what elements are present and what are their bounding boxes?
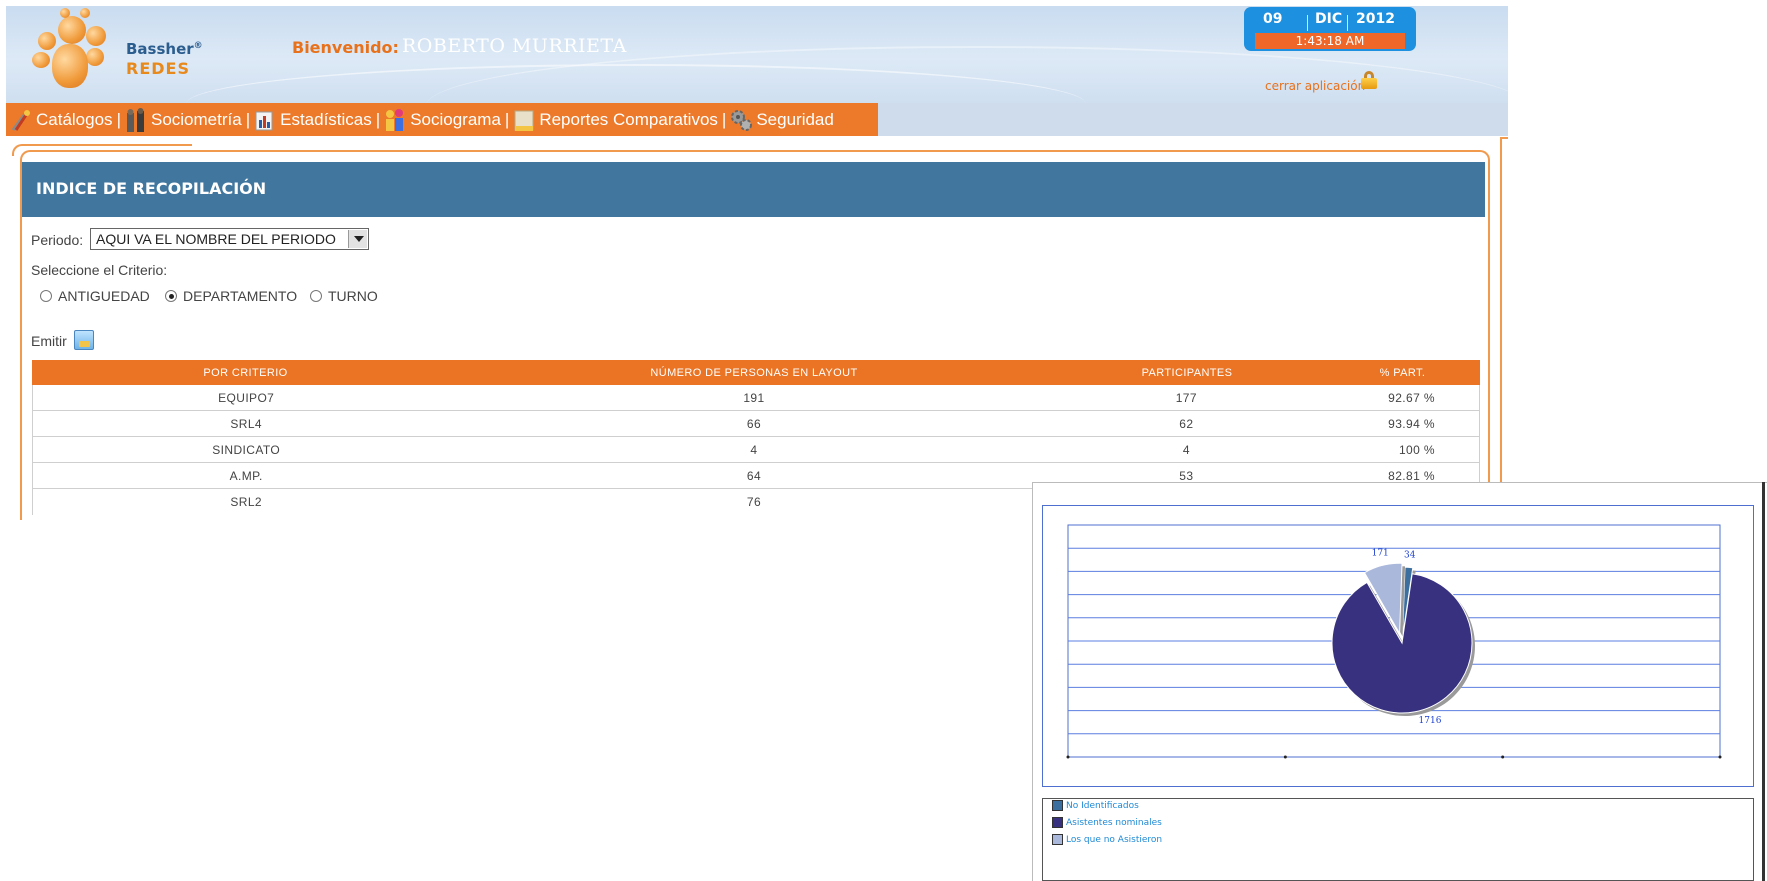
radio-label-departamento: DEPARTAMENTO: [183, 288, 298, 304]
period-select[interactable]: AQUI VA EL NOMBRE DEL PERIODO: [90, 228, 369, 250]
criteria-label: Seleccione el Criterio:: [31, 262, 168, 278]
table-cell: 177: [1175, 390, 1197, 405]
app-logo-icon: [30, 4, 110, 90]
axis-tick: [1718, 755, 1722, 759]
menu-label: Sociograma: [410, 109, 501, 129]
date-day: 09: [1263, 11, 1283, 27]
right-panel-edge: [1500, 137, 1508, 159]
close-app-link[interactable]: cerrar aplicación: [1265, 79, 1365, 93]
table-header: POR CRITERIO NÚMERO DE PERSONAS EN LAYOU…: [32, 360, 1480, 385]
legend-swatch: [1052, 800, 1063, 811]
emit-label: Emitir: [31, 333, 67, 349]
axis-tick: [1066, 755, 1070, 759]
gears-icon: [730, 108, 753, 132]
legend-swatch: [1052, 817, 1063, 828]
menu-label: Sociometría: [150, 109, 242, 129]
page-title: INDICE DE RECOPILACIÓN: [36, 179, 267, 198]
menu-item-seguridad[interactable]: Seguridad: [730, 108, 834, 132]
table-cell: 4: [1182, 442, 1190, 457]
bar-chart-icon: [254, 108, 276, 132]
table-cell: 64: [746, 468, 762, 483]
table-row: EQUIPO7 191 177 92.67 %: [32, 385, 1480, 411]
legend-label: No Identificados: [1066, 800, 1139, 811]
axis-tick: [1501, 755, 1505, 759]
radio-label-turno: TURNO: [328, 288, 378, 304]
menu-label: Seguridad: [756, 109, 834, 129]
column-header: PARTICIPANTES: [1141, 366, 1233, 379]
table-cell: 66: [746, 416, 762, 431]
logo-name: Bassher®: [126, 40, 203, 58]
pie-data-label: 1716: [1419, 716, 1442, 726]
menu-label: Reportes Comparativos: [539, 109, 718, 129]
table-cell: 4: [750, 442, 758, 457]
period-select-value: AQUI VA EL NOMBRE DEL PERIODO: [96, 231, 336, 247]
table-row: SRL4 66 62 93.94 %: [32, 411, 1480, 437]
radio-label-antiguedad: ANTIGUEDAD: [58, 288, 150, 304]
table-cell: 100 %: [1398, 442, 1435, 457]
main-menu: Catálogos | Sociometría | Estadísticas |…: [6, 103, 878, 136]
table-cell: 191: [743, 390, 765, 405]
table-cell: 82.81 %: [1388, 468, 1435, 483]
table-row: SINDICATO 4 4 100 %: [32, 437, 1480, 463]
menu-label: Catálogos: [36, 109, 113, 129]
time-display: 1:43:18 AM: [1255, 33, 1405, 49]
table-cell: EQUIPO7: [218, 390, 275, 405]
date-time-widget: 09 DIC 2012 1:43:18 AM: [1244, 7, 1416, 51]
table-cell: SINDICATO: [212, 442, 281, 457]
report-icon: [513, 108, 535, 132]
pie-chart: 34 1716 171: [1066, 524, 1722, 759]
right-panel-edge: [1500, 137, 1508, 519]
menu-label: Estadísticas: [280, 109, 372, 129]
menu-item-estadisticas[interactable]: Estadísticas: [254, 108, 372, 132]
pie-slices: [1331, 562, 1475, 716]
date-month: DIC: [1315, 11, 1343, 27]
tools-icon: [10, 108, 32, 132]
menu-item-catalogos[interactable]: Catálogos: [10, 108, 113, 132]
column-header: POR CRITERIO: [203, 366, 288, 379]
radio-antiguedad[interactable]: [40, 290, 52, 302]
people-icon: [125, 107, 147, 132]
legend-item: No Identificados: [1052, 800, 1139, 811]
emit-report-icon[interactable]: [74, 330, 94, 350]
logo-registered-mark: ®: [193, 41, 203, 51]
table-cell: 53: [1179, 468, 1194, 483]
table-cell: A.MP.: [229, 468, 263, 483]
group-icon: [384, 108, 406, 132]
menu-item-sociograma[interactable]: Sociograma: [384, 108, 501, 132]
table-cell: SRL4: [230, 416, 262, 431]
axis-tick: [1283, 755, 1287, 759]
pie-data-label: 34: [1404, 550, 1416, 560]
table-cell: 76: [746, 495, 762, 509]
logo-subname: REDES: [126, 59, 190, 78]
radio-turno[interactable]: [310, 290, 322, 302]
legend-swatch: [1052, 834, 1063, 845]
menu-item-sociometria[interactable]: Sociometría: [125, 107, 242, 132]
chart-popup-border: [1762, 482, 1765, 881]
table-cell: SRL2: [230, 495, 262, 509]
radio-departamento[interactable]: [165, 290, 177, 302]
pie-data-label: 171: [1372, 549, 1389, 559]
legend-label: Asistentes nominales: [1066, 817, 1162, 828]
legend-item: Asistentes nominales: [1052, 817, 1162, 828]
table-cell: 93.94 %: [1388, 416, 1435, 431]
legend-item: Los que no Asistieron: [1052, 834, 1162, 845]
legend-label: Los que no Asistieron: [1066, 834, 1163, 845]
welcome-label: Bienvenido:: [292, 38, 399, 57]
table-cell: 62: [1179, 416, 1194, 431]
period-label: Periodo:: [31, 232, 84, 248]
user-name: ROBERTO MURRIETA: [402, 35, 627, 57]
column-header: NÚMERO DE PERSONAS EN LAYOUT: [650, 366, 858, 379]
date-year: 2012: [1356, 11, 1395, 27]
menu-item-reportes-comparativos[interactable]: Reportes Comparativos: [513, 108, 718, 132]
column-header: % PART.: [1379, 366, 1426, 379]
lock-icon[interactable]: [1361, 71, 1377, 89]
table-cell: 92.67 %: [1388, 390, 1435, 405]
chevron-down-icon[interactable]: [348, 230, 367, 248]
